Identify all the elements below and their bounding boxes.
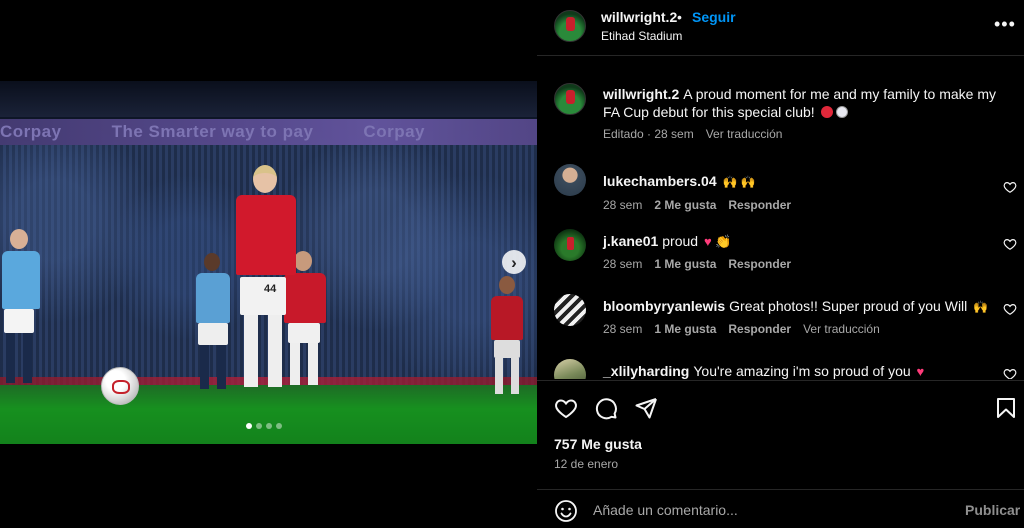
comments-list[interactable]: willwright.2 A proud moment for me and my…	[537, 57, 1024, 379]
comment-meta: 28 sem 1 Me gusta Responder Ver traducci…	[603, 322, 880, 336]
comment-text: lukechambers.04 🙌 🙌	[603, 172, 999, 191]
carousel-next-button[interactable]: ›	[502, 250, 526, 274]
banner-text-1: Corpay	[0, 122, 62, 141]
raising-hands-icon: 🙌	[973, 300, 989, 314]
translate-link[interactable]: Ver traducción	[803, 322, 880, 336]
author-username[interactable]: willwright.2	[601, 9, 677, 25]
caption-edited: Editado · 28 sem	[603, 127, 694, 141]
comment-meta: 28 sem 1 Me gusta Responder	[603, 257, 791, 271]
reply-button[interactable]: Responder	[728, 322, 791, 336]
player-red-right	[487, 276, 527, 396]
follow-button[interactable]: Seguir	[692, 9, 736, 25]
share-send-icon[interactable]	[634, 396, 658, 420]
reply-button[interactable]: Responder	[728, 198, 791, 212]
caption-translate-link[interactable]: Ver traducción	[706, 127, 783, 141]
commenter-username[interactable]: bloombyryanlewis	[603, 298, 725, 314]
comment-input[interactable]	[593, 499, 943, 521]
like-heart-icon[interactable]	[554, 396, 578, 420]
post-date: 12 de enero	[554, 457, 619, 471]
carousel-dots	[246, 423, 282, 429]
comment-body: proud	[662, 233, 699, 249]
comment-time: 28 sem	[603, 198, 643, 212]
reply-button[interactable]: Responder	[728, 257, 791, 271]
comment-meta: 28 sem 2 Me gusta Responder	[603, 198, 791, 212]
post-header: willwright.2 • Seguir Etihad Stadium •••	[537, 0, 1024, 56]
banner-text-3: Corpay	[363, 122, 425, 141]
football-icon	[835, 106, 848, 118]
post-photo[interactable]: Corpay The Smarter way to pay Corpay 44	[0, 81, 537, 444]
like-comment-heart-icon[interactable]	[1003, 237, 1017, 251]
player-blue-left	[0, 229, 44, 389]
player-main: 44	[226, 165, 306, 395]
caption-username[interactable]: willwright.2	[603, 86, 679, 102]
player-number: 44	[264, 283, 277, 295]
carousel-dot-4	[276, 423, 282, 429]
comment-body: You're amazing i'm so proud of you	[693, 363, 911, 379]
separator-dot: •	[677, 9, 682, 25]
comment-text: _xlilyharding You're amazing i'm so proud…	[603, 362, 999, 379]
comment-likes[interactable]: 1 Me gusta	[654, 322, 716, 336]
commenter-username[interactable]: _xlilyharding	[603, 363, 689, 379]
carousel-dot-1	[246, 423, 252, 429]
red-circle-icon	[820, 106, 833, 118]
comment-text: j.kane01 proud ♥ 👏	[603, 232, 999, 251]
heart-emoji-icon: ♥	[916, 364, 925, 379]
commenter-avatar[interactable]	[554, 359, 586, 379]
raising-hands-icon: 🙌 🙌	[722, 175, 756, 189]
publish-button[interactable]: Publicar	[965, 502, 1020, 518]
comment-body: Great photos!! Super proud of you Will	[729, 298, 968, 314]
comment-text: bloombyryanlewis Great photos!! Super pro…	[603, 297, 999, 316]
likes-count[interactable]: 757 Me gusta	[554, 436, 642, 452]
caption-avatar[interactable]	[554, 83, 586, 115]
comment-composer: Publicar	[537, 489, 1024, 528]
caption-text: willwright.2 A proud moment for me and my…	[603, 85, 999, 121]
chevron-right-icon: ›	[511, 252, 517, 272]
post-actions: 757 Me gusta 12 de enero	[537, 380, 1024, 488]
comment-likes[interactable]: 1 Me gusta	[654, 257, 716, 271]
banner-text-2: The Smarter way to pay	[111, 122, 314, 141]
commenter-avatar[interactable]	[554, 294, 586, 326]
commenter-avatar[interactable]	[554, 229, 586, 261]
stadium-roof	[0, 81, 537, 117]
commenter-username[interactable]: j.kane01	[603, 233, 658, 249]
ad-banner: Corpay The Smarter way to pay Corpay	[0, 119, 537, 145]
post-media: Corpay The Smarter way to pay Corpay 44 ›	[0, 0, 537, 528]
author-avatar[interactable]	[554, 10, 586, 42]
like-comment-heart-icon[interactable]	[1003, 367, 1017, 379]
like-comment-heart-icon[interactable]	[1003, 180, 1017, 194]
caption-meta: Editado · 28 sem Ver traducción	[603, 127, 782, 141]
commenter-avatar[interactable]	[554, 164, 586, 196]
post-location[interactable]: Etihad Stadium	[601, 29, 682, 43]
comment-likes[interactable]: 2 Me gusta	[654, 198, 716, 212]
carousel-dot-2	[256, 423, 262, 429]
commenter-username[interactable]: lukechambers.04	[603, 173, 717, 189]
comment-time: 28 sem	[603, 257, 643, 271]
carousel-dot-3	[266, 423, 272, 429]
more-options-icon[interactable]: •••	[994, 14, 1016, 35]
heart-emoji-icon: ♥ 👏	[703, 234, 732, 249]
comment-time: 28 sem	[603, 322, 643, 336]
like-comment-heart-icon[interactable]	[1003, 302, 1017, 316]
football	[101, 367, 139, 405]
emoji-smiley-icon[interactable]	[554, 499, 578, 523]
comment-bubble-icon[interactable]	[594, 396, 618, 420]
save-bookmark-icon[interactable]	[994, 396, 1018, 420]
post-sidebar: willwright.2 • Seguir Etihad Stadium •••…	[537, 0, 1024, 528]
